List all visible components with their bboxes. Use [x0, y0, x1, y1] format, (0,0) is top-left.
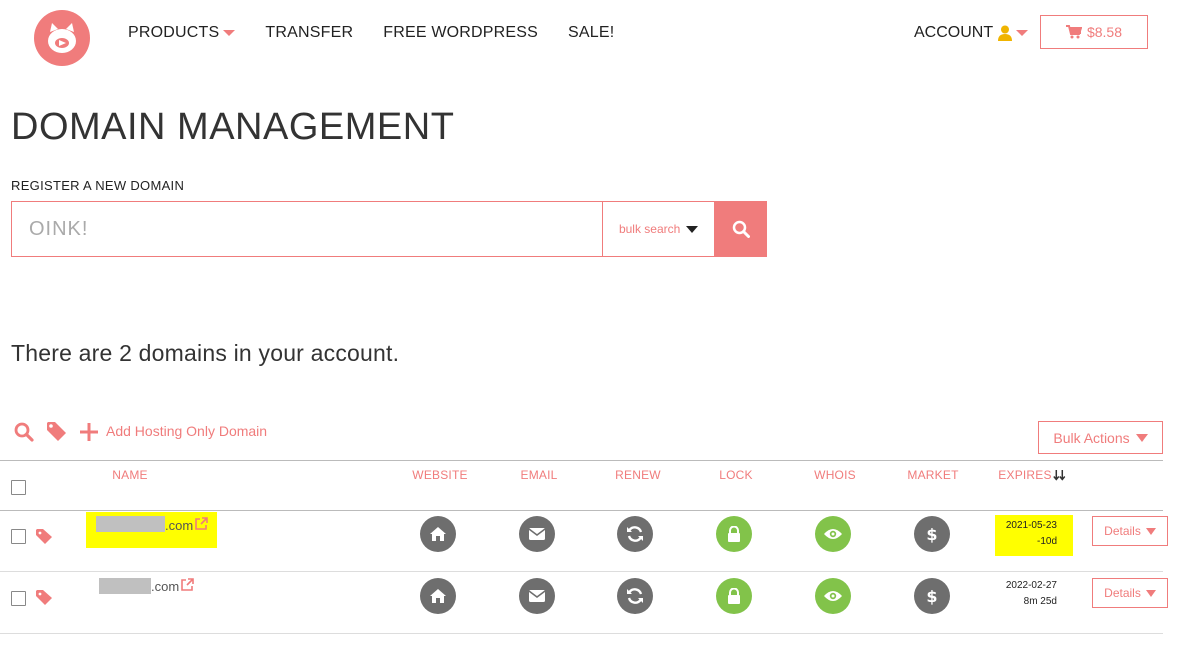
tag-icon[interactable]	[36, 590, 53, 611]
redacted-domain-name	[96, 516, 165, 532]
dollar-icon[interactable]: $	[914, 516, 950, 552]
redacted-domain-name	[99, 578, 151, 594]
nav-products[interactable]: PRODUCTS	[128, 22, 236, 44]
expiry-remaining: 8m 25d	[1023, 596, 1057, 607]
nav-sale[interactable]: SALE!	[568, 22, 614, 44]
register-domain-label: REGISTER A NEW DOMAIN	[11, 178, 185, 193]
domain-suffix[interactable]: .com	[165, 518, 193, 533]
expiry-cell: 2021-05-23 -10d	[995, 515, 1073, 556]
details-button[interactable]: Details	[1092, 578, 1168, 608]
search-button[interactable]	[715, 201, 767, 257]
table-bottom-divider	[0, 633, 1163, 634]
chevron-down-icon	[1135, 433, 1148, 442]
table-top-divider	[0, 460, 1163, 461]
nav-free-wordpress[interactable]: FREE WORDPRESS	[383, 22, 538, 44]
user-icon	[998, 25, 1013, 41]
bulk-actions-button[interactable]: Bulk Actions	[1038, 421, 1163, 454]
row-divider	[0, 571, 1163, 572]
bulk-search-dropdown[interactable]: bulk search	[602, 201, 716, 257]
column-header-website: WEBSITE	[412, 468, 468, 482]
lock-icon[interactable]	[716, 578, 752, 614]
nav-transfer[interactable]: TRANSFER	[265, 22, 353, 44]
eye-icon[interactable]	[815, 516, 851, 552]
column-header-expires[interactable]: EXPIRES	[998, 468, 1066, 482]
column-header-renew: RENEW	[615, 468, 661, 482]
envelope-icon[interactable]	[519, 516, 555, 552]
plus-icon[interactable]	[80, 422, 98, 441]
chevron-down-icon	[686, 225, 699, 233]
refresh-icon[interactable]	[617, 578, 653, 614]
chevron-down-icon	[1016, 30, 1029, 36]
chevron-down-icon	[223, 30, 236, 36]
column-header-email: EMAIL	[520, 468, 558, 482]
select-all-checkbox[interactable]	[11, 480, 26, 495]
account-menu[interactable]: ACCOUNT	[914, 22, 1029, 44]
refresh-icon[interactable]	[617, 516, 653, 552]
account-label: ACCOUNT	[914, 24, 994, 41]
header-divider	[0, 510, 1163, 511]
home-icon[interactable]	[420, 516, 456, 552]
nav-products-label: PRODUCTS	[128, 24, 220, 41]
expiry-date: 2021-05-23	[1005, 520, 1057, 531]
expiry-remaining: -10d	[1036, 536, 1057, 547]
lock-icon[interactable]	[716, 516, 752, 552]
domain-search-input[interactable]	[11, 201, 603, 257]
domain-name-cell: .com	[86, 512, 217, 548]
page-title: DOMAIN MANAGEMENT	[11, 106, 455, 148]
row-checkbox[interactable]	[11, 529, 26, 544]
column-header-lock: LOCK	[719, 468, 753, 482]
add-hosting-only-domain-link[interactable]: Add Hosting Only Domain	[106, 423, 267, 439]
expiry-date: 2022-02-27	[1005, 580, 1057, 591]
cart-button[interactable]: $8.58	[1040, 15, 1148, 49]
envelope-icon[interactable]	[519, 578, 555, 614]
tag-icon[interactable]	[46, 421, 67, 442]
chevron-down-icon	[1145, 527, 1156, 535]
domain-count-text: There are 2 domains in your account.	[11, 340, 400, 366]
home-icon[interactable]	[420, 578, 456, 614]
cart-total: $8.58	[1086, 24, 1123, 40]
domain-name-cell: .com	[99, 578, 194, 598]
details-button[interactable]: Details	[1092, 516, 1168, 546]
search-icon	[732, 220, 751, 238]
expiry-cell: 2022-02-27 8m 25d	[995, 578, 1073, 610]
table-toolbar	[14, 421, 98, 442]
search-icon[interactable]	[14, 422, 34, 442]
cart-icon	[1065, 25, 1082, 39]
eye-icon[interactable]	[815, 578, 851, 614]
column-header-name[interactable]: NAME	[112, 468, 147, 482]
sort-icon	[1053, 469, 1066, 481]
bulk-search-label: bulk search	[618, 222, 681, 236]
svg-text:$: $	[926, 525, 937, 543]
domain-suffix[interactable]: .com	[151, 579, 179, 594]
tag-icon[interactable]	[36, 529, 53, 550]
row-checkbox[interactable]	[11, 591, 26, 606]
svg-text:$: $	[926, 587, 937, 605]
chevron-down-icon	[1145, 589, 1156, 597]
details-label: Details	[1104, 586, 1141, 600]
domain-search-bar: bulk search	[11, 201, 767, 257]
column-header-market: MARKET	[907, 468, 959, 482]
column-header-expires-label: EXPIRES	[998, 468, 1052, 482]
column-header-whois: WHOIS	[814, 468, 856, 482]
external-link-icon[interactable]	[181, 578, 194, 596]
pig-logo-icon[interactable]	[34, 10, 90, 66]
main-nav: PRODUCTS TRANSFER FREE WORDPRESS SALE!	[128, 22, 614, 44]
bulk-actions-label: Bulk Actions	[1053, 429, 1130, 446]
details-label: Details	[1104, 524, 1141, 538]
external-link-icon[interactable]	[195, 517, 208, 535]
dollar-icon[interactable]: $	[914, 578, 950, 614]
